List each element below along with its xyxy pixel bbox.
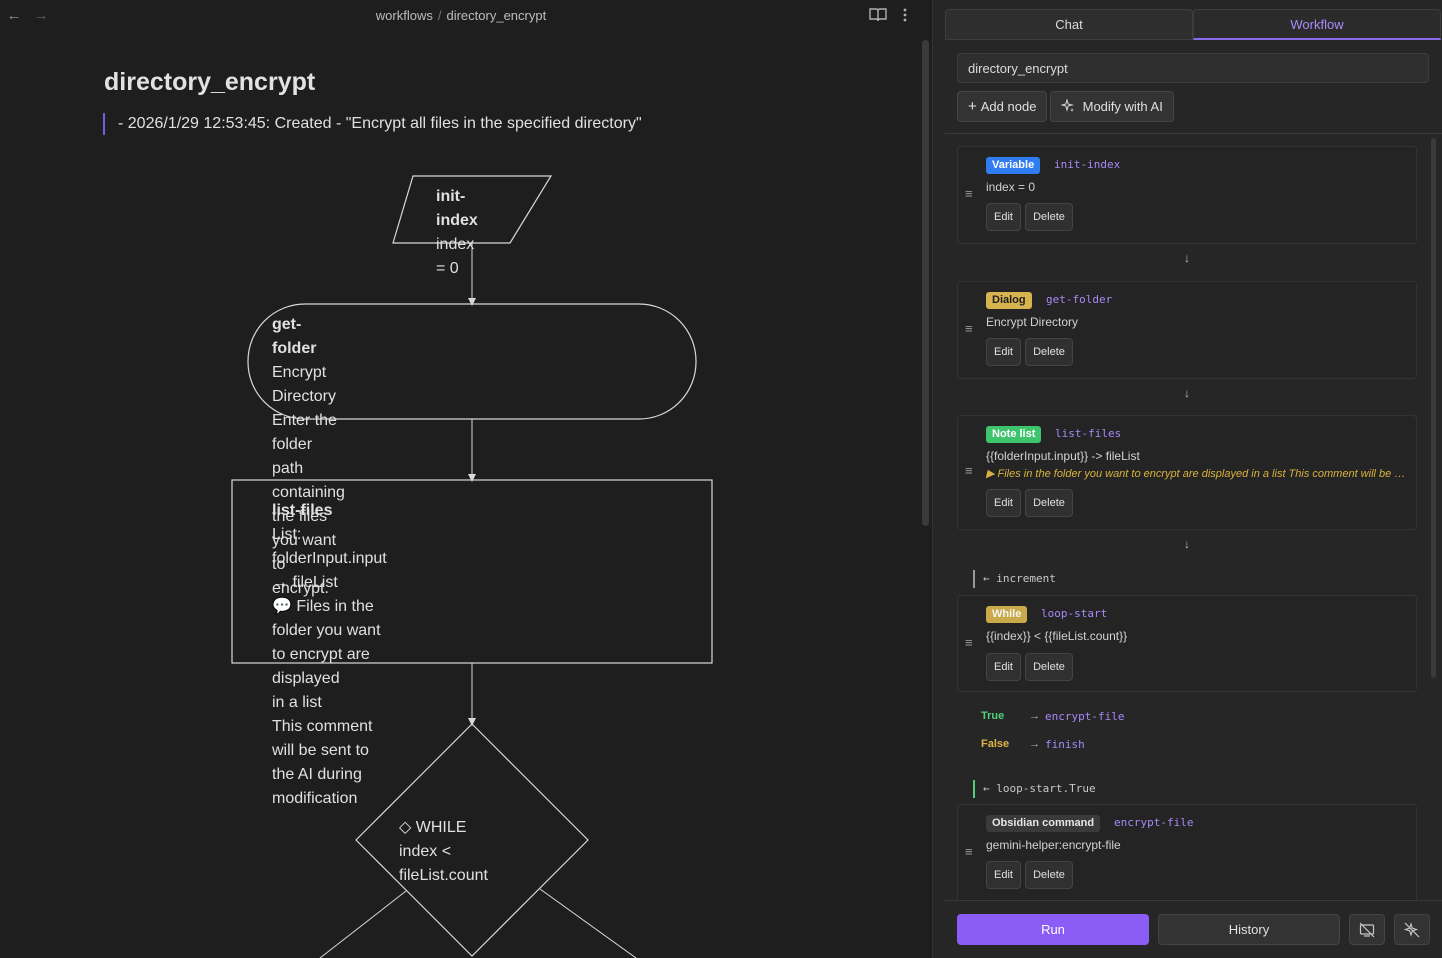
modify-with-ai-label: Modify with AI <box>1082 99 1163 114</box>
toggle-ai-button[interactable] <box>1394 914 1430 945</box>
node-description: index = 0 <box>986 180 1036 194</box>
node-description: Encrypt Directory <box>986 315 1079 329</box>
drag-handle-icon[interactable]: ≡ <box>965 321 973 336</box>
node-id: init-index <box>1054 158 1121 171</box>
list-files-line5: This comment will be sent to the AI duri… <box>272 718 373 807</box>
delete-button[interactable]: Delete <box>1025 861 1073 889</box>
tab-workflow[interactable]: Workflow <box>1193 9 1441 40</box>
tab-chat[interactable]: Chat <box>945 9 1193 40</box>
node-list-scrollbar[interactable] <box>1431 138 1436 678</box>
delete-button[interactable]: Delete <box>1025 203 1073 231</box>
delete-button[interactable]: Delete <box>1025 489 1073 517</box>
drag-handle-icon[interactable]: ≡ <box>965 463 973 478</box>
node-id: list-files <box>1055 427 1122 440</box>
list-files-line4: in a list <box>272 694 322 711</box>
node-comment[interactable]: ▶ Files in the folder you want to encryp… <box>986 467 1406 480</box>
branch-false-target[interactable]: finish <box>1045 738 1085 751</box>
history-button[interactable]: History <box>1158 914 1340 945</box>
while-node-text[interactable]: ◇ WHILE index < fileList.count <box>399 816 488 888</box>
init-index-title: init-index <box>436 188 478 229</box>
node-list: ≡ Variable init-index index = 0 Edit Del… <box>945 134 1442 900</box>
panel-footer: Run History <box>945 900 1442 958</box>
node-card-loop-start[interactable]: ≡ While loop-start {{index}} < {{fileLis… <box>957 595 1417 692</box>
edit-button[interactable]: Edit <box>986 489 1021 517</box>
incoming-reference: ← increment <box>973 570 1056 588</box>
plus-icon: + <box>968 98 977 115</box>
toggle-display-button[interactable] <box>1349 914 1385 945</box>
node-card-init-index[interactable]: ≡ Variable init-index index = 0 Edit Del… <box>957 146 1417 244</box>
branch-false-arrow: → <box>1029 738 1040 750</box>
run-button[interactable]: Run <box>957 914 1149 945</box>
connector-arrow: ↓ <box>1184 386 1190 400</box>
modify-with-ai-button[interactable]: Modify with AI <box>1050 91 1174 122</box>
node-description: gemini-helper:encrypt-file <box>986 838 1121 852</box>
node-description: {{index}} < {{fileList.count}} <box>986 629 1128 643</box>
delete-button[interactable]: Delete <box>1025 653 1073 681</box>
get-folder-title: get-folder <box>272 316 317 357</box>
list-files-node-text[interactable]: list-files List: folderInput.input → fil… <box>272 499 387 811</box>
node-description: {{folderInput.input}} -> fileList <box>986 449 1140 463</box>
drag-handle-icon[interactable]: ≡ <box>965 844 973 859</box>
list-files-line3: 💬 Files in the folder you want to encryp… <box>272 598 381 687</box>
list-files-line1: List: folderInput.input <box>272 526 387 567</box>
node-type-badge: While <box>986 606 1028 623</box>
flowchart-shapes <box>231 175 713 958</box>
branch-false-label: False <box>981 738 1010 750</box>
node-id: loop-start <box>1041 607 1108 620</box>
drag-handle-icon[interactable]: ≡ <box>965 186 973 201</box>
node-card-list-files[interactable]: ≡ Note list list-files {{folderInput.inp… <box>957 415 1417 530</box>
no-ai-icon <box>1404 922 1420 938</box>
node-id: get-folder <box>1046 293 1113 306</box>
edit-button[interactable]: Edit <box>986 861 1021 889</box>
panel-tabs: Chat Workflow <box>945 9 1441 40</box>
init-index-node-text[interactable]: init-index index = 0 <box>436 185 478 281</box>
add-node-button[interactable]: + Add node <box>957 91 1048 122</box>
sparkles-icon <box>1059 98 1079 114</box>
node-type-badge: Dialog <box>986 292 1032 309</box>
connector-arrow: ↓ <box>1184 537 1190 551</box>
connector-arrow: ↓ <box>1184 251 1190 265</box>
node-card-encrypt-file[interactable]: ≡ Obsidian command encrypt-file gemini-h… <box>957 804 1417 900</box>
list-files-line2: → fileList <box>272 574 338 591</box>
edit-button[interactable]: Edit <box>986 338 1021 366</box>
side-panel: Chat Workflow +Add node Modify with AI ≡… <box>932 0 1442 958</box>
get-folder-line1: Encrypt Directory <box>272 364 337 405</box>
app-window: ← → workflows / directory_encrypt director… <box>0 0 1442 958</box>
while-line: index < fileList.count <box>399 843 488 884</box>
edit-button[interactable]: Edit <box>986 203 1021 231</box>
node-card-get-folder[interactable]: ≡ Dialog get-folder Encrypt Directory Ed… <box>957 281 1417 379</box>
node-type-badge: Note list <box>986 426 1042 443</box>
add-node-label: Add node <box>980 99 1037 114</box>
while-title: ◇ WHILE <box>399 819 467 836</box>
no-display-icon <box>1359 922 1375 938</box>
branch-true-label: True <box>981 710 1005 722</box>
drag-handle-icon[interactable]: ≡ <box>965 635 973 650</box>
node-type-badge: Variable <box>986 157 1041 174</box>
document-pane: ← → workflows / directory_encrypt director… <box>0 0 932 958</box>
node-type-badge: Obsidian command <box>986 815 1101 832</box>
workflow-name-select[interactable] <box>957 53 1429 83</box>
incoming-reference: ← loop-start.True <box>973 780 1096 798</box>
list-files-title: list-files <box>272 502 333 519</box>
init-index-line: index = 0 <box>436 236 475 277</box>
branch-true-target[interactable]: encrypt-file <box>1045 710 1124 723</box>
delete-button[interactable]: Delete <box>1025 338 1073 366</box>
branch-true-arrow: → <box>1029 710 1040 722</box>
node-id: encrypt-file <box>1114 816 1194 829</box>
edit-button[interactable]: Edit <box>986 653 1021 681</box>
